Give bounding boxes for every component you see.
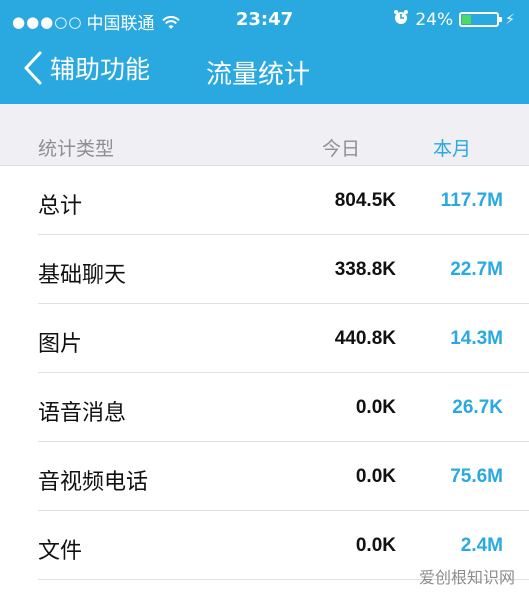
battery-level-fill [462, 15, 471, 24]
alarm-icon [393, 9, 409, 30]
row-today: 804.5K [334, 190, 396, 211]
page-title: 流量统计 [206, 60, 311, 90]
table-header: 统计类型 今日 本月 [0, 104, 529, 166]
row-month: 117.7M [440, 190, 503, 211]
row-month: 2.4M [460, 535, 503, 556]
table-row: 图片 440.8K 14.3M [38, 304, 529, 373]
chevron-left-icon [24, 51, 42, 85]
navigation-bar: 辅助功能 流量统计 [0, 38, 529, 104]
status-bar: ●●●○○ 中国联通 23:47 24% ⚡ [0, 0, 529, 38]
row-type: 总计 [38, 194, 83, 219]
row-month: 22.7M [450, 259, 503, 280]
watermark: 爱创根知识网 [418, 568, 515, 587]
row-type: 基础聊天 [38, 263, 127, 288]
row-type: 音视频电话 [38, 470, 149, 495]
column-header-month: 本月 [432, 138, 471, 160]
content-area: 统计类型 今日 本月 总计 804.5K 117.7M 基础聊天 338.8K … [0, 104, 529, 594]
column-header-type: 统计类型 [38, 138, 115, 160]
table-row: 音视频电话 0.0K 75.6M [38, 442, 529, 511]
battery-percent: 24% [415, 9, 454, 30]
traffic-stats-list: 总计 804.5K 117.7M 基础聊天 338.8K 22.7M 图片 44… [0, 166, 529, 580]
row-type: 文件 [38, 539, 83, 564]
row-month: 14.3M [450, 328, 503, 349]
back-label: 辅助功能 [50, 55, 151, 84]
row-type: 图片 [38, 332, 83, 357]
row-type: 语音消息 [38, 401, 127, 426]
row-month: 75.6M [450, 466, 503, 487]
row-month: 26.7K [452, 397, 503, 418]
battery-icon [459, 12, 503, 27]
column-header-today: 今日 [321, 138, 360, 160]
table-row: 语音消息 0.0K 26.7K [38, 373, 529, 442]
table-row: 总计 804.5K 117.7M [38, 166, 529, 235]
row-today: 0.0K [355, 466, 396, 487]
back-button[interactable]: 辅助功能 [22, 50, 150, 86]
status-right: 24% ⚡ [393, 9, 515, 30]
row-today: 338.8K [334, 259, 396, 280]
top-bar: ●●●○○ 中国联通 23:47 24% ⚡ 辅助功能 流量统计 [0, 0, 529, 104]
charging-icon: ⚡ [505, 11, 515, 28]
table-row: 基础聊天 338.8K 22.7M [38, 235, 529, 304]
row-today: 0.0K [355, 535, 396, 556]
row-today: 440.8K [334, 328, 396, 349]
row-today: 0.0K [355, 397, 396, 418]
